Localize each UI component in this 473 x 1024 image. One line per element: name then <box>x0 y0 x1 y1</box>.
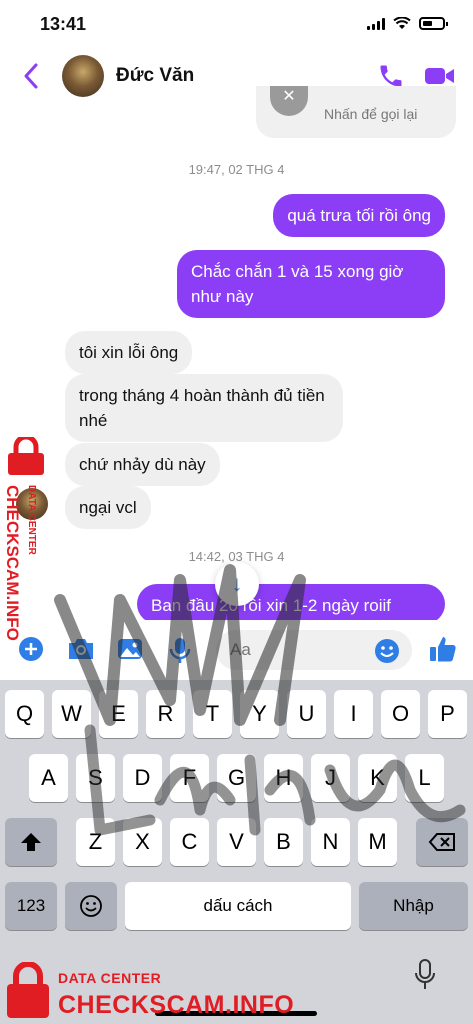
key-d[interactable]: D <box>123 754 162 802</box>
delete-key[interactable] <box>416 818 468 866</box>
key-p[interactable]: P <box>428 690 467 738</box>
key-m[interactable]: M <box>358 818 397 866</box>
key-j[interactable]: J <box>311 754 350 802</box>
battery-icon <box>419 17 448 30</box>
key-y[interactable]: Y <box>240 690 279 738</box>
watermark-sub: DATA CENTER <box>58 970 162 986</box>
key-v[interactable]: V <box>217 818 256 866</box>
emoji-icon <box>80 895 102 917</box>
back-icon[interactable] <box>22 62 40 90</box>
key-e[interactable]: E <box>99 690 138 738</box>
incoming-message[interactable]: ngại vcl <box>65 486 151 529</box>
numbers-key[interactable]: 123 <box>5 882 57 930</box>
missed-call-card[interactable]: ✕ Nhấn để gọi lại <box>256 86 456 138</box>
incoming-message[interactable]: tôi xin lỗi ông <box>65 331 193 374</box>
key-u[interactable]: U <box>287 690 326 738</box>
arrow-down-icon: ↓ <box>231 571 243 596</box>
lock-logo-icon <box>7 962 49 1018</box>
key-o[interactable]: O <box>381 690 420 738</box>
key-l[interactable]: L <box>405 754 444 802</box>
return-key[interactable]: Nhập <box>359 882 468 930</box>
emoji-key[interactable] <box>65 882 117 930</box>
missed-call-icon: ✕ <box>270 86 308 116</box>
image-icon[interactable] <box>116 636 144 662</box>
camera-icon[interactable] <box>66 636 96 662</box>
outgoing-message[interactable]: Ban đầu 20 rồi xin 1-2 ngày roiif <box>137 584 445 624</box>
outgoing-message[interactable]: Chắc chắn 1 và 15 xong giờ như này <box>177 250 445 318</box>
key-k[interactable]: K <box>358 754 397 802</box>
watermark-side-sub: DATA CENTER <box>26 485 37 555</box>
key-b[interactable]: B <box>264 818 303 866</box>
missed-call-text: Nhấn để gọi lại <box>324 106 418 122</box>
lock-logo-icon <box>8 437 44 475</box>
key-x[interactable]: X <box>123 818 162 866</box>
key-r[interactable]: R <box>146 690 185 738</box>
incoming-message[interactable]: chứ nhảy dù này <box>65 443 220 486</box>
shift-icon <box>21 833 41 851</box>
key-s[interactable]: S <box>76 754 115 802</box>
key-f[interactable]: F <box>170 754 209 802</box>
contact-name[interactable]: Đức Văn <box>116 65 194 87</box>
key-a[interactable]: A <box>29 754 68 802</box>
key-g[interactable]: G <box>217 754 256 802</box>
key-w[interactable]: W <box>52 690 91 738</box>
mic-icon[interactable] <box>168 636 192 664</box>
status-icons <box>367 17 448 30</box>
watermark-brand: CHECKSCAM.INFO <box>58 991 295 1019</box>
signal-icon <box>367 17 385 30</box>
scroll-down-button[interactable]: ↓ <box>215 562 259 606</box>
key-i[interactable]: I <box>334 690 373 738</box>
dictation-mic-icon[interactable] <box>413 958 437 992</box>
wifi-icon <box>393 17 411 29</box>
incoming-message[interactable]: trong tháng 4 hoàn thành đủ tiền nhé <box>65 374 343 442</box>
key-z[interactable]: Z <box>76 818 115 866</box>
watermark-side-brand: CHECKSCAM.INFO <box>3 485 22 641</box>
outgoing-message[interactable]: quá trưa tối rồi ông <box>273 194 445 237</box>
key-t[interactable]: T <box>193 690 232 738</box>
shift-key[interactable] <box>5 818 57 866</box>
key-n[interactable]: N <box>311 818 350 866</box>
timestamp: 19:47, 02 THG 4 <box>188 162 285 177</box>
key-h[interactable]: H <box>264 754 303 802</box>
backspace-icon <box>428 833 455 851</box>
key-c[interactable]: C <box>170 818 209 866</box>
status-time: 13:41 <box>40 14 87 34</box>
space-key[interactable]: dấu cách <box>125 882 351 930</box>
emoji-icon[interactable] <box>374 638 400 664</box>
key-q[interactable]: Q <box>5 690 44 738</box>
message-composer <box>0 620 473 680</box>
contact-avatar[interactable] <box>62 55 104 97</box>
status-bar: 13:41 <box>0 0 473 48</box>
like-icon[interactable] <box>428 634 458 664</box>
